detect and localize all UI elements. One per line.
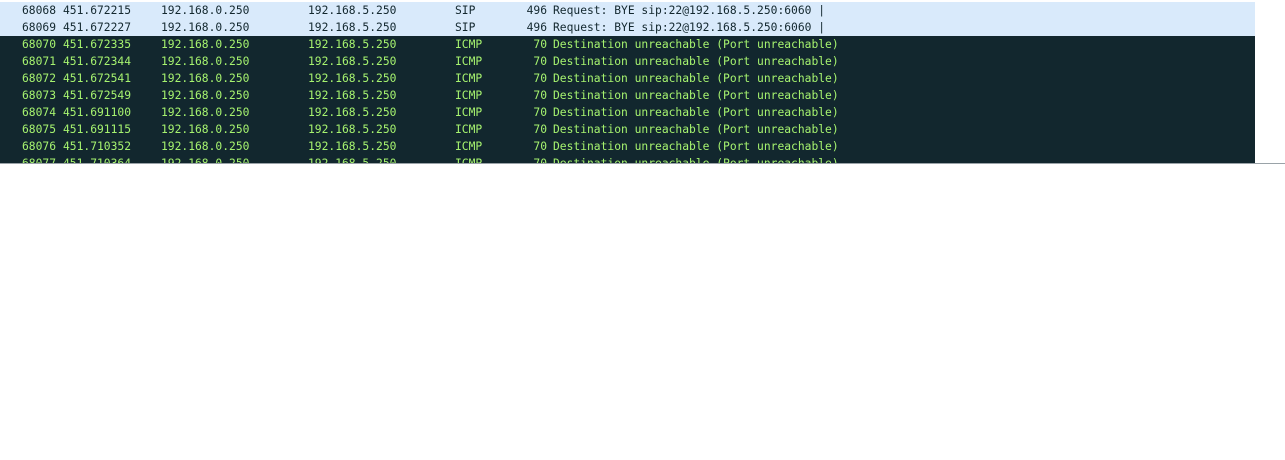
packet-source: 192.168.0.250 bbox=[161, 123, 250, 136]
packet-length: 70 bbox=[533, 140, 547, 153]
packet-info: Destination unreachable (Port unreachabl… bbox=[553, 123, 839, 136]
packet-length: 70 bbox=[533, 38, 547, 51]
packet-info: Destination unreachable (Port unreachabl… bbox=[553, 38, 839, 51]
packet-source: 192.168.0.250 bbox=[161, 89, 250, 102]
packet-number: 68068 bbox=[22, 4, 57, 17]
packet-length: 496 bbox=[526, 4, 547, 17]
packet-number: 68071 bbox=[22, 55, 57, 68]
packet-info: Request: BYE sip:22@192.168.5.250:6060 | bbox=[553, 4, 826, 17]
packet-time: 451.691115 bbox=[63, 123, 132, 136]
packet-number: 68073 bbox=[22, 89, 57, 102]
packet-number: 68075 bbox=[22, 123, 57, 136]
packet-length: 496 bbox=[526, 21, 547, 34]
packet-destination: 192.168.5.250 bbox=[308, 140, 397, 153]
packet-length: 70 bbox=[533, 72, 547, 85]
packet-time: 451.710364 bbox=[63, 155, 131, 163]
packet-protocol: ICMP bbox=[455, 89, 483, 102]
packet-row[interactable]: 68076 451.710352 192.168.0.250 192.168.5… bbox=[0, 138, 1255, 155]
packet-length: 70 bbox=[533, 106, 547, 119]
packet-time: 451.672227 bbox=[63, 21, 132, 34]
packet-row[interactable]: 68069 451.672227 192.168.0.250 192.168.5… bbox=[0, 19, 1255, 36]
packet-source: 192.168.0.250 bbox=[161, 4, 250, 17]
packet-number: 68069 bbox=[22, 21, 57, 34]
scrollbar-gutter[interactable] bbox=[1255, 0, 1285, 163]
packet-protocol: SIP bbox=[455, 21, 476, 34]
packet-destination: 192.168.5.250 bbox=[308, 155, 396, 163]
packet-info: Destination unreachable (Port unreachabl… bbox=[553, 72, 839, 85]
packet-time: 451.672549 bbox=[63, 89, 132, 102]
packet-source: 192.168.0.250 bbox=[161, 155, 249, 163]
packet-time: 451.691100 bbox=[63, 106, 132, 119]
packet-source: 192.168.0.250 bbox=[161, 106, 250, 119]
packet-protocol: ICMP bbox=[455, 140, 483, 153]
packet-time: 451.672541 bbox=[63, 72, 132, 85]
packet-info: Destination unreachable (Port unreachabl… bbox=[553, 155, 839, 163]
packet-time: 451.672344 bbox=[63, 55, 132, 68]
packet-number: 68070 bbox=[22, 38, 57, 51]
packet-protocol: ICMP bbox=[455, 106, 483, 119]
packet-number: 68072 bbox=[22, 72, 57, 85]
packet-source: 192.168.0.250 bbox=[161, 38, 250, 51]
packet-destination: 192.168.5.250 bbox=[308, 72, 397, 85]
packet-time: 451.672215 bbox=[63, 4, 132, 17]
packet-source: 192.168.0.250 bbox=[161, 55, 250, 68]
packet-protocol: ICMP bbox=[455, 155, 482, 163]
packet-length: 70 bbox=[533, 89, 547, 102]
packet-destination: 192.168.5.250 bbox=[308, 89, 397, 102]
packet-row[interactable]: 68075 451.691115 192.168.0.250 192.168.5… bbox=[0, 121, 1255, 138]
packet-list: 68068 451.672215 192.168.0.250 192.168.5… bbox=[0, 0, 1285, 163]
packet-row[interactable]: 68074 451.691100 192.168.0.250 192.168.5… bbox=[0, 104, 1255, 121]
packet-info: Destination unreachable (Port unreachabl… bbox=[553, 55, 839, 68]
packet-source: 192.168.0.250 bbox=[161, 21, 250, 34]
packet-row[interactable]: 68070 451.672335 192.168.0.250 192.168.5… bbox=[0, 36, 1255, 53]
packet-destination: 192.168.5.250 bbox=[308, 38, 397, 51]
packet-destination: 192.168.5.250 bbox=[308, 21, 397, 34]
packet-number: 68076 bbox=[22, 140, 57, 153]
packet-row[interactable]: 68068 451.672215 192.168.0.250 192.168.5… bbox=[0, 2, 1255, 19]
packet-info: Request: BYE sip:22@192.168.5.250:6060 | bbox=[553, 21, 826, 34]
packet-protocol: ICMP bbox=[455, 72, 483, 85]
packet-source: 192.168.0.250 bbox=[161, 72, 250, 85]
packet-time: 451.672335 bbox=[63, 38, 132, 51]
packet-protocol: SIP bbox=[455, 4, 476, 17]
packet-number: 68077 bbox=[22, 155, 56, 163]
packet-destination: 192.168.5.250 bbox=[308, 106, 397, 119]
packet-length: 70 bbox=[533, 55, 547, 68]
packet-number: 68074 bbox=[22, 106, 57, 119]
pane-divider[interactable] bbox=[0, 163, 1285, 164]
packet-destination: 192.168.5.250 bbox=[308, 123, 397, 136]
packet-row[interactable]: 68073 451.672549 192.168.0.250 192.168.5… bbox=[0, 87, 1255, 104]
packet-time: 451.710352 bbox=[63, 140, 132, 153]
packet-length: 70 bbox=[533, 123, 547, 136]
packet-source: 192.168.0.250 bbox=[161, 140, 250, 153]
packet-row[interactable]: 68071 451.672344 192.168.0.250 192.168.5… bbox=[0, 53, 1255, 70]
packet-row[interactable]: 68072 451.672541 192.168.0.250 192.168.5… bbox=[0, 70, 1255, 87]
packet-protocol: ICMP bbox=[455, 123, 483, 136]
packet-protocol: ICMP bbox=[455, 55, 483, 68]
packet-info: Destination unreachable (Port unreachabl… bbox=[553, 89, 839, 102]
packet-info: Destination unreachable (Port unreachabl… bbox=[553, 140, 839, 153]
packet-destination: 192.168.5.250 bbox=[308, 4, 397, 17]
packet-info: Destination unreachable (Port unreachabl… bbox=[553, 106, 839, 119]
packet-length: 70 bbox=[497, 155, 547, 163]
packet-row[interactable]: 68077 451.710364 192.168.0.250 192.168.5… bbox=[0, 155, 1255, 163]
packet-destination: 192.168.5.250 bbox=[308, 55, 397, 68]
packet-protocol: ICMP bbox=[455, 38, 483, 51]
